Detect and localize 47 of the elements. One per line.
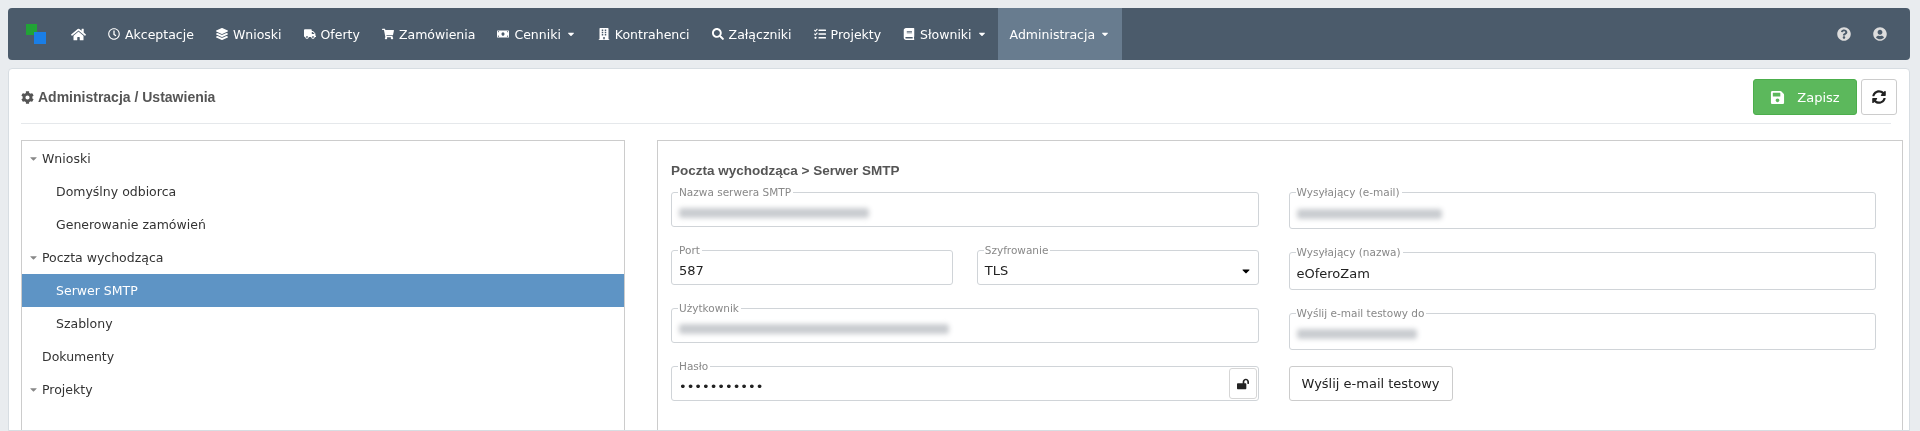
nav-menu-item[interactable]: Kontrahenci (586, 8, 701, 60)
nav-menu-item[interactable]: Akceptacje (97, 8, 205, 60)
field-label: Wyślij e-mail testowy do (1295, 305, 1427, 320)
banknote-icon (497, 28, 510, 40)
field-label: Wysyłający (e-mail) (1295, 185, 1402, 199)
save-icon (1770, 89, 1786, 105)
refresh-icon (1872, 90, 1886, 104)
building-icon (597, 28, 610, 40)
tree-item[interactable]: Szablony (22, 307, 624, 340)
tree-item[interactable]: Wnioski (22, 142, 624, 175)
user-icon (1873, 27, 1887, 41)
layers-icon (215, 28, 228, 40)
field-label: Szyfrowanie (983, 243, 1051, 257)
nav-menu-item[interactable]: Załączniki (700, 8, 803, 60)
book-icon (903, 28, 916, 40)
tree-item[interactable]: Domyślny odbiorca (22, 175, 624, 208)
nav-menu-item[interactable]: Projekty (802, 8, 893, 60)
tree-item[interactable]: Dokumenty (22, 340, 624, 373)
logo-icon (26, 24, 46, 44)
home-icon (71, 26, 86, 42)
nav-menu-item[interactable]: Administracja (997, 8, 1123, 60)
help-icon (1837, 27, 1851, 41)
unlock-button[interactable] (1228, 368, 1257, 399)
nav-menu-item[interactable]: Cenniki (486, 8, 587, 60)
field-label: Użytkownik (678, 301, 741, 315)
page-title: Administracja / Ustawienia (38, 89, 216, 105)
field-label: Wysyłający (nazwa) (1295, 245, 1403, 260)
truck-icon (303, 28, 316, 40)
search-icon (711, 28, 724, 40)
send-test-button[interactable]: Wyślij e-mail testowy (1288, 366, 1453, 401)
field-label: Hasło (678, 359, 711, 373)
checklist-icon (813, 28, 826, 40)
padlock-icon (1236, 377, 1249, 390)
field-label: Nazwa serwera SMTP (678, 185, 793, 199)
field-label: Port (678, 243, 702, 257)
nav-menu-item[interactable]: Oferty (292, 8, 371, 60)
cart-icon (381, 28, 394, 40)
tree-item[interactable]: Projekty (22, 373, 624, 406)
nav-menu-item[interactable]: Wnioski (204, 8, 293, 60)
clock-icon (108, 28, 120, 40)
refresh-button[interactable] (1861, 79, 1897, 115)
nav-menu-item[interactable]: Zamówienia (370, 8, 487, 60)
form-title: Poczta wychodząca > Serwer SMTP (671, 163, 901, 178)
settings-icon (21, 90, 34, 104)
tree-item[interactable]: Generowanie zamówień (22, 208, 624, 241)
nav-menu-item[interactable]: Słowniki (892, 8, 998, 60)
tree-item[interactable]: Poczta wychodząca (22, 241, 624, 274)
